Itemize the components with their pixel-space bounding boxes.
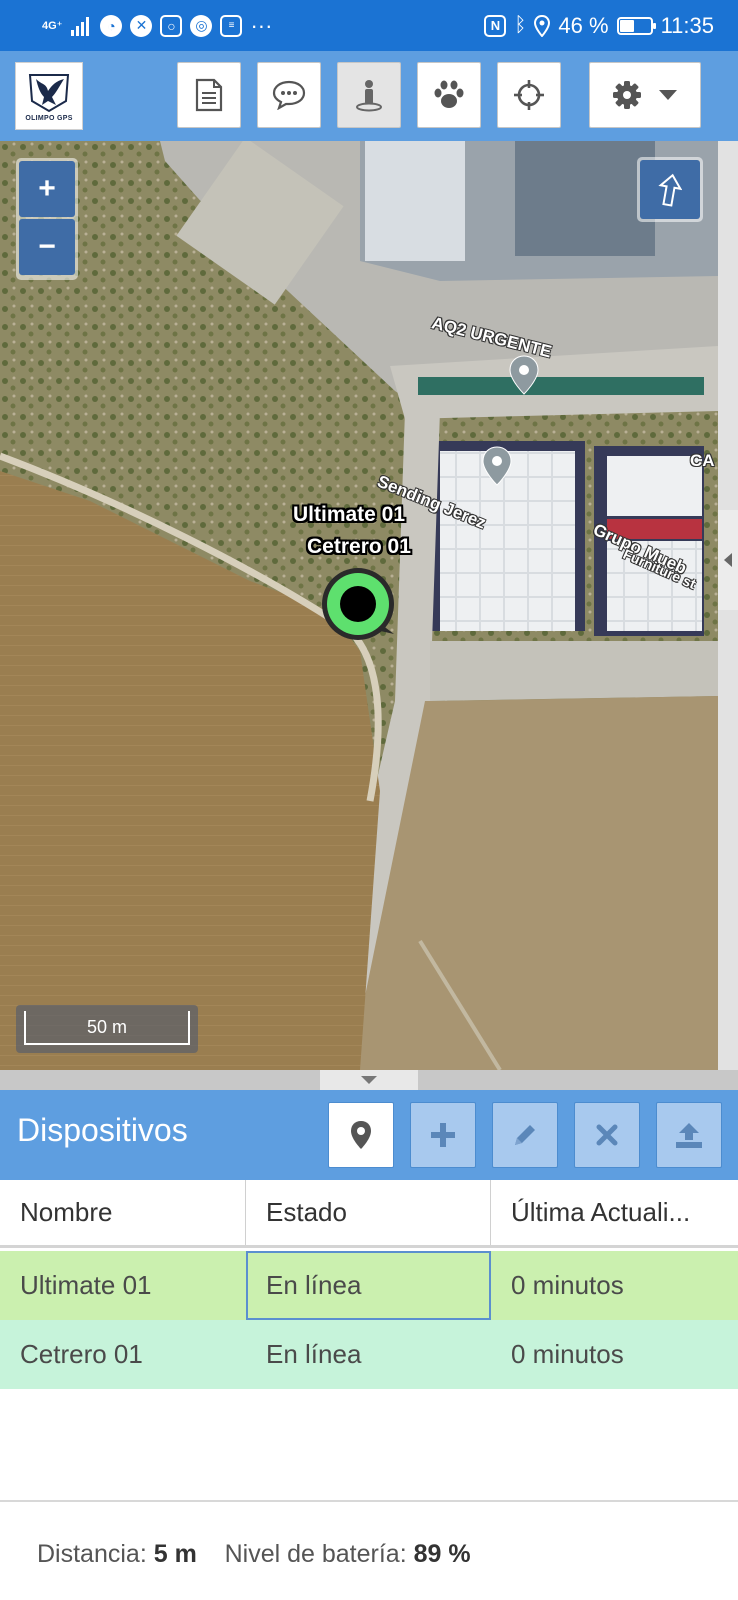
settings-button[interactable] bbox=[589, 62, 701, 128]
person-button[interactable] bbox=[337, 62, 401, 128]
signal-icon bbox=[71, 16, 90, 36]
status-bar: 4G⁺ ◔ ✕ ○ ◎ ≡ ··· N ᛒ 46 % 11:35 bbox=[0, 0, 738, 51]
cell-nombre[interactable]: Cetrero 01 bbox=[0, 1320, 246, 1389]
xbox-icon: ✕ bbox=[130, 14, 153, 37]
poi-label: CA bbox=[690, 451, 715, 470]
zoom-out-button[interactable]: − bbox=[19, 219, 75, 275]
table-row[interactable]: Ultimate 01 En línea 0 minutos bbox=[0, 1251, 738, 1320]
panel-title: Dispositivos bbox=[17, 1112, 188, 1148]
scale-label: 50 m bbox=[24, 1011, 190, 1045]
north-button[interactable] bbox=[637, 157, 703, 222]
device-map-label: Ultimate 01 bbox=[293, 503, 406, 526]
chevron-down-icon bbox=[361, 1076, 377, 1084]
column-header-ultima[interactable]: Última Actuali... bbox=[491, 1180, 738, 1245]
report-button[interactable] bbox=[177, 62, 241, 128]
bluetooth-icon: ᛒ bbox=[514, 14, 527, 36]
battery-icon bbox=[616, 16, 656, 35]
distance-label: Distancia: bbox=[37, 1540, 147, 1568]
distance-value: 5 m bbox=[153, 1540, 197, 1568]
plus-icon bbox=[431, 1123, 455, 1147]
north-arrow-icon bbox=[658, 173, 682, 207]
message-icon: ≡ bbox=[220, 14, 243, 37]
battery-value: 89 % bbox=[413, 1540, 471, 1568]
device-map-label: Cetrero 01 bbox=[307, 535, 411, 558]
instagram-icon: ○ bbox=[160, 14, 183, 37]
location-icon bbox=[534, 14, 551, 37]
poi-pin-icon[interactable] bbox=[509, 355, 539, 395]
caret-down-icon bbox=[659, 90, 677, 100]
chrome-icon: ◎ bbox=[190, 14, 213, 37]
map-pin-icon bbox=[351, 1121, 371, 1149]
speech-bubble-icon bbox=[272, 80, 306, 110]
add-device-button[interactable] bbox=[410, 1102, 476, 1168]
collapse-panel-handle[interactable] bbox=[320, 1070, 418, 1090]
cell-ultima[interactable]: 0 minutos bbox=[491, 1320, 738, 1389]
paw-button[interactable] bbox=[417, 62, 481, 128]
devices-panel-header: Dispositivos bbox=[0, 1090, 738, 1180]
locate-button[interactable] bbox=[497, 62, 561, 128]
crosshair-icon bbox=[514, 80, 544, 110]
cell-estado[interactable]: En línea bbox=[246, 1251, 491, 1320]
close-icon bbox=[596, 1124, 618, 1146]
footer-stats: Distancia: 5 m Nivel de batería: 89 % bbox=[37, 1540, 471, 1569]
upload-button[interactable] bbox=[656, 1102, 722, 1168]
chevron-left-icon bbox=[724, 553, 732, 567]
device-marker-icon[interactable] bbox=[320, 566, 398, 646]
side-panel-toggle[interactable] bbox=[718, 510, 738, 610]
more-notifications-icon: ··· bbox=[250, 12, 273, 38]
cell-nombre[interactable]: Ultimate 01 bbox=[0, 1251, 246, 1320]
chat-button[interactable] bbox=[257, 62, 321, 128]
battery-fill bbox=[619, 19, 635, 32]
poi-pin-icon[interactable] bbox=[482, 446, 512, 486]
zoom-control: + − bbox=[16, 158, 78, 280]
main-toolbar: OLIMPO GPS bbox=[0, 51, 738, 141]
remove-device-button[interactable] bbox=[574, 1102, 640, 1168]
app-notification-icon: ◔ bbox=[100, 14, 123, 37]
column-header-nombre[interactable]: Nombre bbox=[0, 1180, 246, 1245]
paw-icon bbox=[434, 80, 464, 108]
north-arrow-container bbox=[640, 160, 700, 219]
edit-device-button[interactable] bbox=[492, 1102, 558, 1168]
device-status-footer: Distancia: 5 m Nivel de batería: 89 % bbox=[0, 1500, 738, 1600]
cell-ultima[interactable]: 0 minutos bbox=[491, 1251, 738, 1320]
map-scale: 50 m bbox=[16, 1005, 198, 1053]
table-row[interactable]: Cetrero 01 En línea 0 minutos bbox=[0, 1320, 738, 1389]
battery-label: Nivel de batería: bbox=[224, 1540, 407, 1568]
zoom-in-button[interactable]: + bbox=[19, 161, 75, 217]
upload-icon bbox=[676, 1123, 702, 1148]
battery-percent: 46 % bbox=[558, 12, 609, 38]
logo-text: OLIMPO GPS bbox=[25, 114, 73, 122]
gear-icon bbox=[613, 81, 641, 109]
show-on-map-button[interactable] bbox=[328, 1102, 394, 1168]
network-type: 4G⁺ bbox=[42, 19, 63, 32]
eagle-logo-icon bbox=[28, 73, 70, 112]
person-pin-icon bbox=[356, 80, 382, 112]
nfc-icon: N bbox=[484, 14, 507, 37]
document-icon bbox=[195, 78, 223, 112]
app-logo: OLIMPO GPS bbox=[15, 62, 83, 130]
devices-table-header: Nombre Estado Última Actuali... bbox=[0, 1180, 738, 1248]
clock: 11:35 bbox=[660, 12, 714, 38]
cell-estado[interactable]: En línea bbox=[246, 1320, 491, 1389]
column-header-estado[interactable]: Estado bbox=[246, 1180, 491, 1245]
panel-splitter[interactable] bbox=[0, 1070, 738, 1090]
pencil-icon bbox=[515, 1125, 535, 1145]
